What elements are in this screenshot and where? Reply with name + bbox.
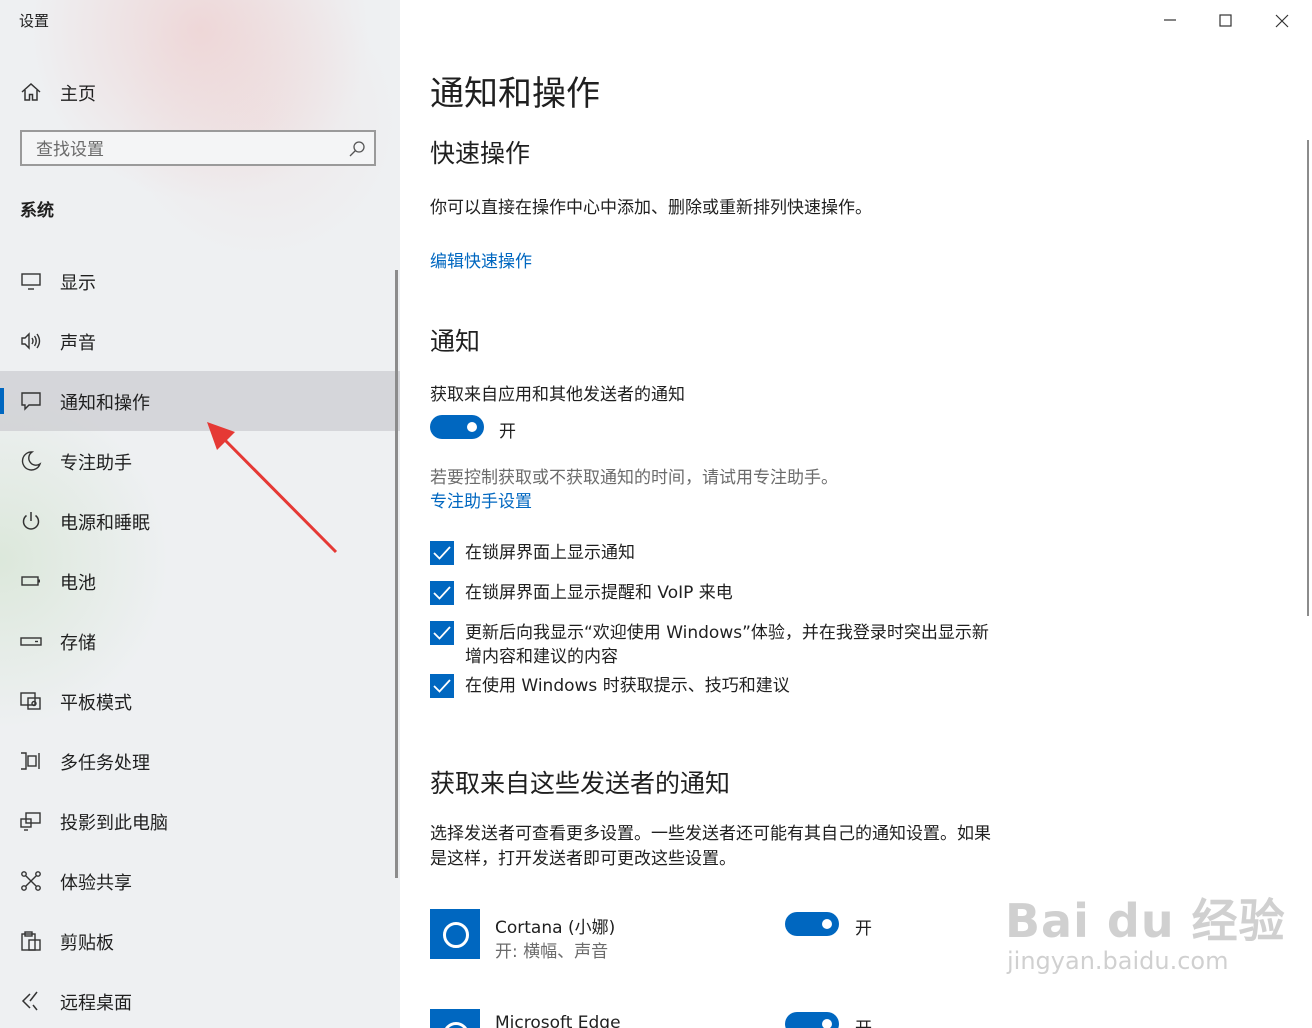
checkmark-icon (433, 679, 451, 693)
edge-ring-icon (443, 1022, 469, 1028)
minimize-icon (1164, 19, 1176, 21)
maximize-icon (1219, 14, 1232, 27)
sidebar-item-label: 电源和睡眠 (60, 513, 150, 534)
red-arrow-annotation (207, 422, 338, 554)
home-nav-item[interactable]: 主页 (0, 72, 400, 112)
remote-desktop-icon (21, 991, 38, 1011)
maximize-button[interactable] (1198, 0, 1254, 40)
lockscreen-notifications-checkbox[interactable] (430, 541, 454, 565)
senders-heading: 获取来自这些发送者的通知 (430, 769, 731, 798)
sidebar-item-storage[interactable]: 存储 (0, 611, 400, 671)
share-icon (21, 871, 41, 891)
edge-app-icon[interactable] (430, 1009, 480, 1028)
senders-description: 选择发送者可查看更多设置。一些发送者还可能有其自己的通知设置。如果是这样，打开发… (430, 824, 991, 869)
notifications-toggle-state: 开 (499, 422, 516, 442)
cortana-toggle-state: 开 (855, 919, 872, 939)
watermark-sub-text: jingyan.baidu.com (1007, 947, 1229, 975)
sidebar-item-label: 显示 (60, 273, 96, 294)
baidu-watermark: Bai du 经验 jingyan.baidu.com (1005, 885, 1286, 975)
sidebar-item-multitasking[interactable]: 多任务处理 (0, 731, 400, 791)
main-scrollbar[interactable] (1307, 140, 1309, 616)
sidebar-item-label: 多任务处理 (60, 753, 150, 774)
search-box[interactable] (20, 130, 376, 166)
checkmark-icon (433, 546, 451, 560)
tips-tricks-checkbox[interactable] (430, 674, 454, 698)
sidebar-item-sound[interactable]: 声音 (0, 311, 400, 371)
page-title: 通知和操作 (430, 74, 600, 114)
sidebar-scrollbar[interactable] (395, 270, 398, 878)
monitor-icon (21, 273, 41, 290)
checkbox-label: 在锁屏界面上显示通知 (465, 543, 635, 563)
checkmark-icon (433, 626, 451, 640)
section-title: 系统 (20, 201, 54, 221)
sidebar-item-battery[interactable]: 电池 (0, 551, 400, 611)
edge-toggle[interactable] (785, 1012, 839, 1028)
project-icon (20, 812, 41, 831)
tablet-mode-icon (20, 692, 41, 710)
search-icon[interactable] (348, 140, 366, 158)
sidebar-item-label: 通知和操作 (60, 393, 150, 414)
home-label: 主页 (60, 84, 96, 105)
quick-actions-description: 你可以直接在操作中心中添加、删除或重新排列快速操作。 (430, 198, 872, 218)
storage-icon (20, 637, 42, 646)
speaker-icon (21, 332, 41, 350)
sidebar-item-display[interactable]: 显示 (0, 251, 400, 311)
sidebar-item-label: 存储 (60, 633, 96, 654)
sidebar-item-tablet-mode[interactable]: 平板模式 (0, 671, 400, 731)
sidebar-item-label: 投影到此电脑 (60, 813, 168, 834)
edge-app-name[interactable]: Microsoft Edge (495, 1013, 621, 1028)
close-icon (1275, 14, 1289, 28)
cortana-app-icon[interactable] (430, 909, 480, 959)
clipboard-icon (21, 931, 41, 951)
sidebar-nav: 显示 声音 通知和操作 专注助手 电源和睡眠 电池 存储 平板模式 多任务处理 … (0, 251, 400, 1028)
focus-assist-settings-link[interactable]: 专注助手设置 (430, 487, 532, 512)
checkbox-label: 在使用 Windows 时获取提示、技巧和建议 (465, 676, 790, 696)
sidebar-item-remote-desktop[interactable]: 远程桌面 (0, 971, 400, 1028)
welcome-experience-checkbox[interactable] (430, 621, 454, 645)
sidebar-item-label: 平板模式 (60, 693, 132, 714)
checkmark-icon (433, 586, 451, 600)
watermark-main-text: Bai du 经验 (1005, 894, 1286, 948)
sidebar-item-label: 声音 (60, 333, 96, 354)
sidebar-item-shared-experiences[interactable]: 体验共享 (0, 851, 400, 911)
home-icon (21, 82, 41, 101)
lockscreen-reminders-checkbox[interactable] (430, 581, 454, 605)
moon-icon (21, 451, 42, 471)
notifications-toggle[interactable] (430, 415, 484, 439)
checkbox-label: 在锁屏界面上显示提醒和 VoIP 来电 (465, 583, 733, 603)
get-notifications-label: 获取来自应用和其他发送者的通知 (430, 385, 685, 405)
edge-toggle-state: 开 (855, 1014, 872, 1028)
focus-assist-hint: 若要控制获取或不获取通知的时间，请试用专注助手。 (430, 468, 838, 488)
sidebar-item-project[interactable]: 投影到此电脑 (0, 791, 400, 851)
notification-icon (21, 392, 41, 411)
main-panel: 通知和操作 快速操作 你可以直接在操作中心中添加、删除或重新排列快速操作。 编辑… (400, 0, 1312, 1028)
minimize-button[interactable] (1142, 0, 1198, 40)
notifications-heading: 通知 (430, 327, 481, 356)
sidebar-item-clipboard[interactable]: 剪贴板 (0, 911, 400, 971)
sidebar-item-label: 远程桌面 (60, 993, 132, 1014)
sidebar-item-label: 剪贴板 (60, 933, 114, 954)
multitasking-icon (21, 752, 40, 770)
sidebar-item-label: 专注助手 (60, 453, 132, 474)
quick-actions-heading: 快速操作 (430, 139, 531, 168)
edit-quick-actions-link[interactable]: 编辑快速操作 (430, 247, 532, 272)
sidebar-item-label: 体验共享 (60, 873, 132, 894)
sidebar-item-label: 电池 (60, 573, 96, 594)
power-icon (22, 512, 40, 530)
cortana-app-name[interactable]: Cortana (小娜) (495, 913, 615, 938)
cortana-ring-icon (443, 922, 469, 948)
battery-icon (21, 576, 40, 586)
cortana-toggle[interactable] (785, 912, 839, 936)
cortana-app-detail: 开: 横幅、声音 (495, 942, 609, 962)
close-button[interactable] (1254, 0, 1310, 40)
checkbox-label: 更新后向我显示“欢迎使用 Windows”体验，并在我登录时突出显示新增内容和建… (465, 623, 989, 667)
app-title: 设置 (19, 12, 50, 30)
search-input[interactable] (34, 137, 338, 163)
